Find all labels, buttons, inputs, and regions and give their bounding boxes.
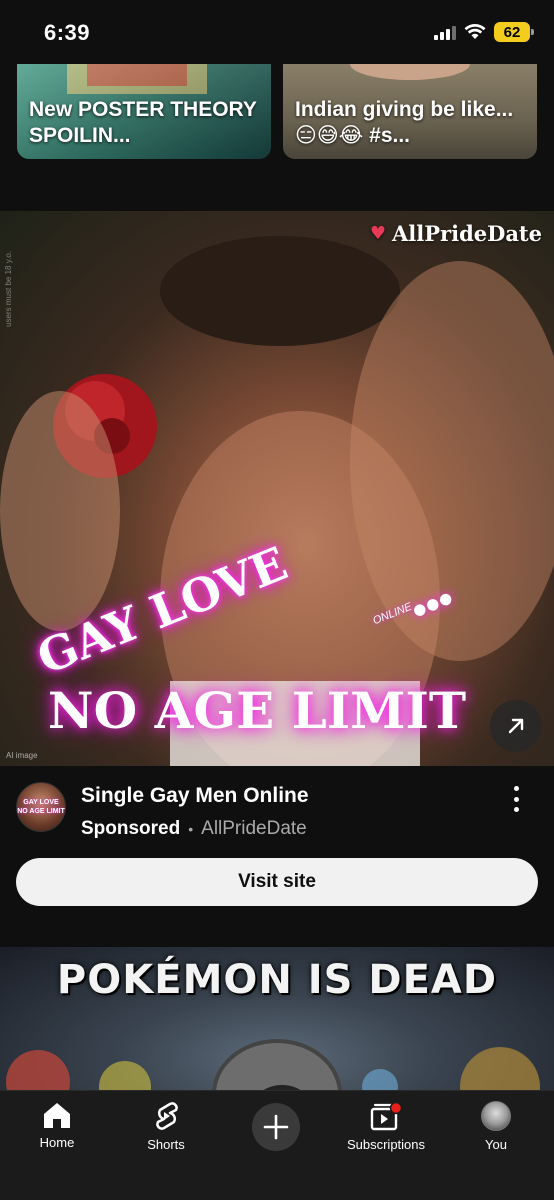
shorts-icon — [156, 1102, 178, 1130]
more-options-button[interactable] — [506, 786, 526, 812]
ad-info: GAY LOVE NO AGE LIMIT Single Gay Men Onl… — [0, 766, 554, 946]
meta-separator: • — [188, 821, 194, 837]
avatar-text: GAY LOVE — [23, 799, 59, 806]
notification-dot — [389, 1101, 403, 1115]
ai-image-tag: AI image — [6, 751, 38, 760]
dot — [513, 807, 519, 812]
wifi-icon — [464, 24, 486, 39]
nav-subscriptions[interactable]: Subscriptions — [336, 1101, 436, 1152]
ad-brand-name: AllPrideDate — [391, 221, 542, 246]
dot — [513, 796, 519, 802]
arrow-up-right-icon — [508, 718, 524, 734]
sponsored-label: Sponsored — [81, 818, 181, 839]
nav-you[interactable]: You — [446, 1101, 546, 1152]
nav-label: Home — [39, 1135, 75, 1150]
subscriptions-icon — [370, 1101, 403, 1131]
ad-title[interactable]: Single Gay Men Online — [81, 784, 309, 808]
advertiser-name: AllPrideDate — [201, 818, 307, 839]
avatar-text: NO AGE LIMIT — [17, 808, 65, 815]
open-link-button[interactable] — [490, 700, 542, 752]
nav-label: Subscriptions — [346, 1137, 426, 1152]
bottom-navigation: Home Shorts Subscriptions You — [0, 1090, 554, 1200]
nav-label: Shorts — [147, 1137, 185, 1152]
nav-shorts[interactable]: Shorts — [116, 1101, 216, 1152]
ad-image[interactable]: users must be 18 y.o. ♥ AllPrideDate GAY… — [0, 211, 554, 766]
status-icons: 62 — [434, 22, 534, 42]
dot — [513, 786, 519, 791]
ad-brand: ♥ AllPrideDate — [370, 221, 542, 246]
shorts-shelf: New POSTER THEORY SPOILIN... Indian givi… — [0, 64, 554, 160]
avatar — [481, 1101, 511, 1131]
home-icon — [44, 1103, 70, 1128]
create-button[interactable] — [252, 1103, 300, 1151]
battery-indicator: 62 — [494, 22, 534, 42]
short-title: Indian giving be like... 😑😅😂 #s... — [295, 98, 514, 147]
short-card[interactable]: Indian giving be like... 😑😅😂 #s... — [283, 64, 537, 159]
nav-label: You — [485, 1137, 507, 1152]
video-thumbnail[interactable]: POKÉMON IS DEAD — [0, 947, 554, 1107]
cellular-signal-icon — [434, 24, 456, 40]
ad-headline-2: NO AGE LIMIT — [47, 681, 467, 740]
nav-home[interactable]: Home — [7, 1101, 107, 1150]
heart-icon: ♥ — [369, 223, 386, 244]
status-bar: 6:39 62 — [0, 0, 554, 64]
short-card[interactable]: New POSTER THEORY SPOILIN... — [17, 64, 271, 159]
short-title: New POSTER THEORY SPOILIN... — [29, 98, 257, 147]
ad-meta: Sponsored • AllPrideDate — [81, 818, 307, 840]
video-title-art: POKÉMON IS DEAD — [56, 957, 498, 1003]
plus-icon — [263, 1114, 289, 1140]
age-disclaimer: users must be 18 y.o. — [4, 251, 13, 327]
visit-site-button[interactable]: Visit site — [16, 858, 538, 906]
status-time: 6:39 — [44, 20, 91, 45]
advertiser-avatar[interactable]: GAY LOVE NO AGE LIMIT — [16, 782, 66, 832]
